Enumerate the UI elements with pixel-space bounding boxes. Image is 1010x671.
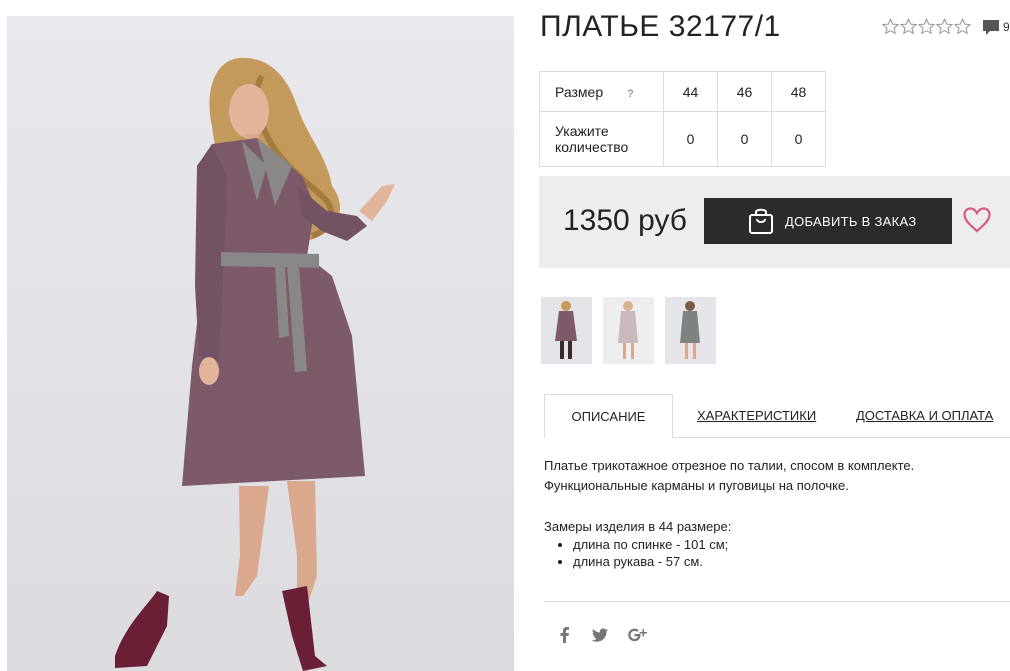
description-line: Функциональные карманы и пуговицы на пол… bbox=[544, 478, 849, 493]
add-to-order-button[interactable]: ДОБАВИТЬ В ЗАКАЗ bbox=[704, 198, 952, 244]
description-line: Платье трикотажное отрезное по талии, сп… bbox=[544, 458, 915, 473]
quantity-input[interactable]: 0 bbox=[663, 111, 718, 167]
star-icon[interactable] bbox=[936, 18, 953, 35]
size-quantity-table: Размер? 44 46 48 Укажите количество 0 0 … bbox=[539, 71, 826, 167]
measure-title: Замеры изделия в 44 размере: bbox=[544, 519, 732, 534]
comment-count[interactable]: 9 bbox=[1003, 20, 1010, 34]
measure-list: длина по спинке - 101 см; длина рукава -… bbox=[544, 536, 1004, 570]
section-divider bbox=[544, 601, 1010, 602]
thumbnail-image[interactable] bbox=[665, 297, 716, 364]
star-icon[interactable] bbox=[918, 18, 935, 35]
star-icon[interactable] bbox=[900, 18, 917, 35]
quantity-label: Укажите количество bbox=[539, 111, 664, 167]
size-option[interactable]: 48 bbox=[771, 71, 826, 112]
tab-delivery-payment[interactable]: ДОСТАВКА И ОПЛАТА bbox=[856, 394, 993, 437]
product-title: ПЛАТЬЕ 32177/1 bbox=[540, 10, 781, 43]
comment-icon[interactable] bbox=[981, 19, 1001, 37]
quantity-input[interactable]: 0 bbox=[717, 111, 772, 167]
thumbnail-image[interactable] bbox=[603, 297, 654, 364]
description-text: Платье трикотажное отрезное по талии, сп… bbox=[544, 456, 1004, 570]
star-icon[interactable] bbox=[882, 18, 899, 35]
main-product-photo[interactable] bbox=[7, 16, 514, 671]
twitter-icon[interactable] bbox=[590, 625, 610, 645]
tabs-divider bbox=[673, 437, 1010, 438]
heart-icon[interactable] bbox=[963, 207, 991, 233]
star-icon[interactable] bbox=[954, 18, 971, 35]
size-option[interactable]: 46 bbox=[717, 71, 772, 112]
size-option[interactable]: 44 bbox=[663, 71, 718, 112]
thumbnail-image[interactable] bbox=[541, 297, 592, 364]
tab-description[interactable]: ОПИСАНИЕ bbox=[544, 394, 673, 438]
shopping-bag-icon bbox=[749, 208, 773, 234]
google-plus-icon[interactable] bbox=[627, 625, 649, 645]
quantity-input[interactable]: 0 bbox=[771, 111, 826, 167]
add-to-order-label: ДОБАВИТЬ В ЗАКАЗ bbox=[785, 213, 917, 229]
price: 1350 руб bbox=[563, 204, 687, 237]
rating-stars[interactable] bbox=[882, 18, 971, 38]
size-label: Размер bbox=[555, 83, 604, 100]
size-help-icon[interactable]: ? bbox=[627, 88, 634, 100]
list-item: длина рукава - 57 см. bbox=[573, 553, 1004, 570]
tab-characteristics[interactable]: ХАРАКТЕРИСТИКИ bbox=[697, 394, 816, 437]
list-item: длина по спинке - 101 см; bbox=[573, 536, 1004, 553]
facebook-icon[interactable] bbox=[555, 625, 575, 645]
